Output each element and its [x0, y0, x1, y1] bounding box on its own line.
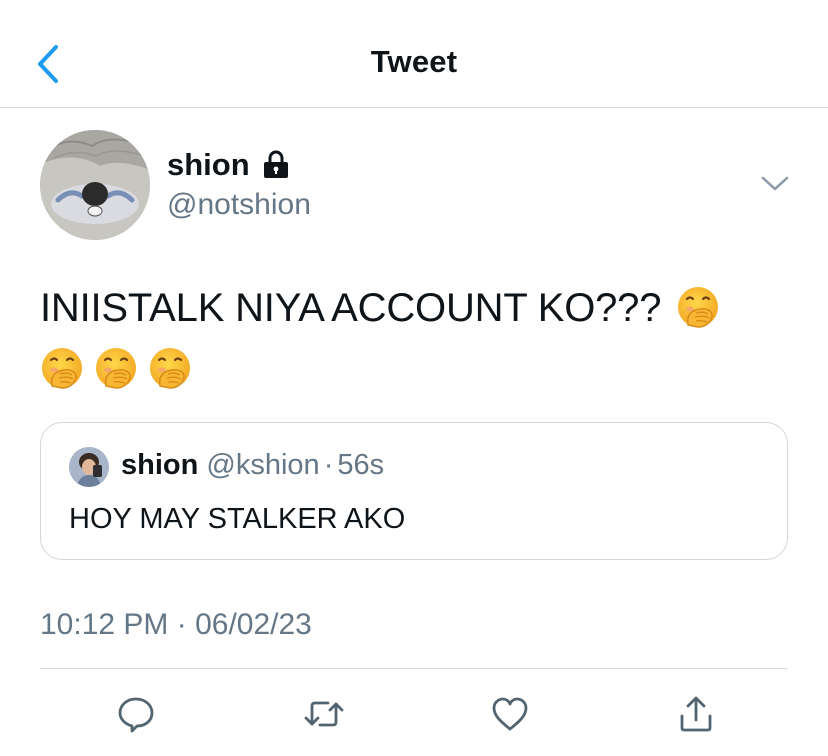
- reply-icon: [118, 697, 154, 733]
- quoted-tweet[interactable]: shion @kshion · 56s HOY MAY STALKER AKO: [40, 422, 788, 560]
- quoted-tweet-age: 56s: [337, 449, 385, 481]
- author-name[interactable]: shion: [167, 147, 250, 183]
- tweet-detail-screen: Tweet shion @notshion INIISTALK NIYA ACC…: [0, 0, 828, 756]
- quoted-author-avatar: [69, 447, 109, 487]
- like-button[interactable]: [486, 690, 534, 738]
- divider: [40, 668, 788, 669]
- avatar-image: [40, 130, 150, 240]
- tweet-text: INIISTALK NIYA ACCOUNT KO???: [40, 276, 790, 340]
- tweet-text-content: INIISTALK NIYA ACCOUNT KO???: [40, 286, 662, 330]
- quoted-tweet-header: shion @kshion · 56s: [121, 449, 384, 482]
- share-icon: [680, 696, 712, 732]
- page-title: Tweet: [370, 44, 458, 79]
- author-avatar[interactable]: [40, 130, 150, 240]
- face-with-hand-over-mouth-icon: [678, 287, 719, 328]
- quoted-author-handle: @kshion: [206, 449, 320, 481]
- heart-icon: [492, 697, 528, 731]
- tweet-menu-button[interactable]: [760, 172, 790, 196]
- tweet-timestamp[interactable]: 10:12 PM · 06/02/23: [40, 608, 312, 642]
- retweet-button[interactable]: [300, 690, 348, 738]
- quoted-avatar-image: [69, 447, 109, 487]
- author-name-row: shion: [167, 147, 290, 183]
- retweet-icon: [304, 701, 344, 727]
- quoted-separator: ·: [323, 449, 334, 481]
- chevron-down-icon: [761, 176, 789, 191]
- reply-button[interactable]: [112, 690, 160, 738]
- top-bar: Tweet: [0, 0, 828, 108]
- quoted-author-name: shion: [121, 449, 199, 481]
- face-with-hand-over-mouth-icon: [42, 348, 82, 389]
- author-handle[interactable]: @notshion: [167, 188, 311, 222]
- face-with-hand-over-mouth-icon: [96, 348, 136, 389]
- lock-icon: [263, 150, 288, 178]
- quoted-tweet-text: HOY MAY STALKER AKO: [69, 503, 406, 535]
- share-button[interactable]: [672, 690, 720, 738]
- emoji-row: [40, 346, 192, 390]
- face-with-hand-over-mouth-icon: [150, 348, 190, 389]
